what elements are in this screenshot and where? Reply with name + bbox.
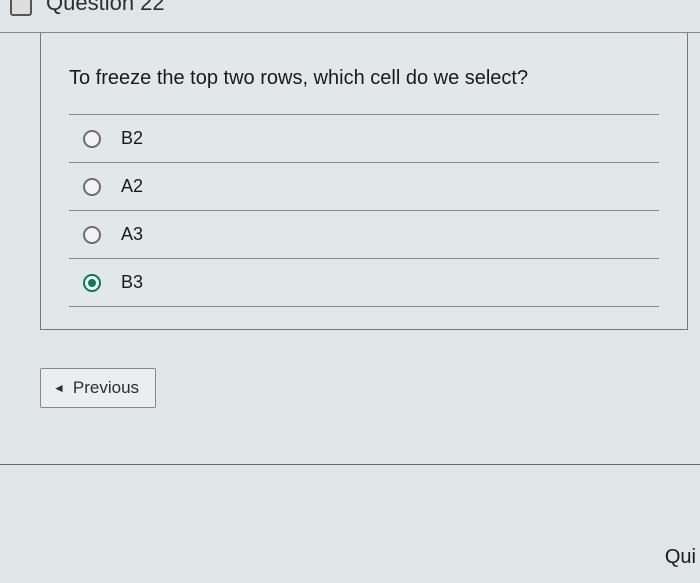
previous-button[interactable]: ◄ Previous	[40, 368, 156, 408]
radio-icon	[83, 226, 101, 244]
previous-button-label: Previous	[73, 378, 139, 398]
chevron-left-icon: ◄	[53, 381, 65, 395]
radio-icon	[83, 274, 101, 292]
footer-divider	[0, 464, 700, 465]
option-a3[interactable]: A3	[69, 210, 659, 258]
radio-icon	[83, 178, 101, 196]
question-status-icon	[10, 0, 32, 16]
question-header: Question 22	[0, 0, 700, 33]
radio-icon	[83, 130, 101, 148]
question-number-title: Question 22	[46, 0, 165, 16]
option-label: B2	[121, 128, 143, 149]
option-label: B3	[121, 272, 143, 293]
option-b2[interactable]: B2	[69, 114, 659, 162]
option-b3[interactable]: B3	[69, 258, 659, 307]
question-prompt: To freeze the top two rows, which cell d…	[41, 33, 687, 114]
option-label: A3	[121, 224, 143, 245]
options-list: B2 A2 A3 B3	[41, 114, 687, 307]
option-label: A2	[121, 176, 143, 197]
option-a2[interactable]: A2	[69, 162, 659, 210]
footer-label: Qui	[665, 546, 696, 569]
nav-row: ◄ Previous	[40, 368, 700, 408]
question-card: To freeze the top two rows, which cell d…	[40, 33, 688, 330]
